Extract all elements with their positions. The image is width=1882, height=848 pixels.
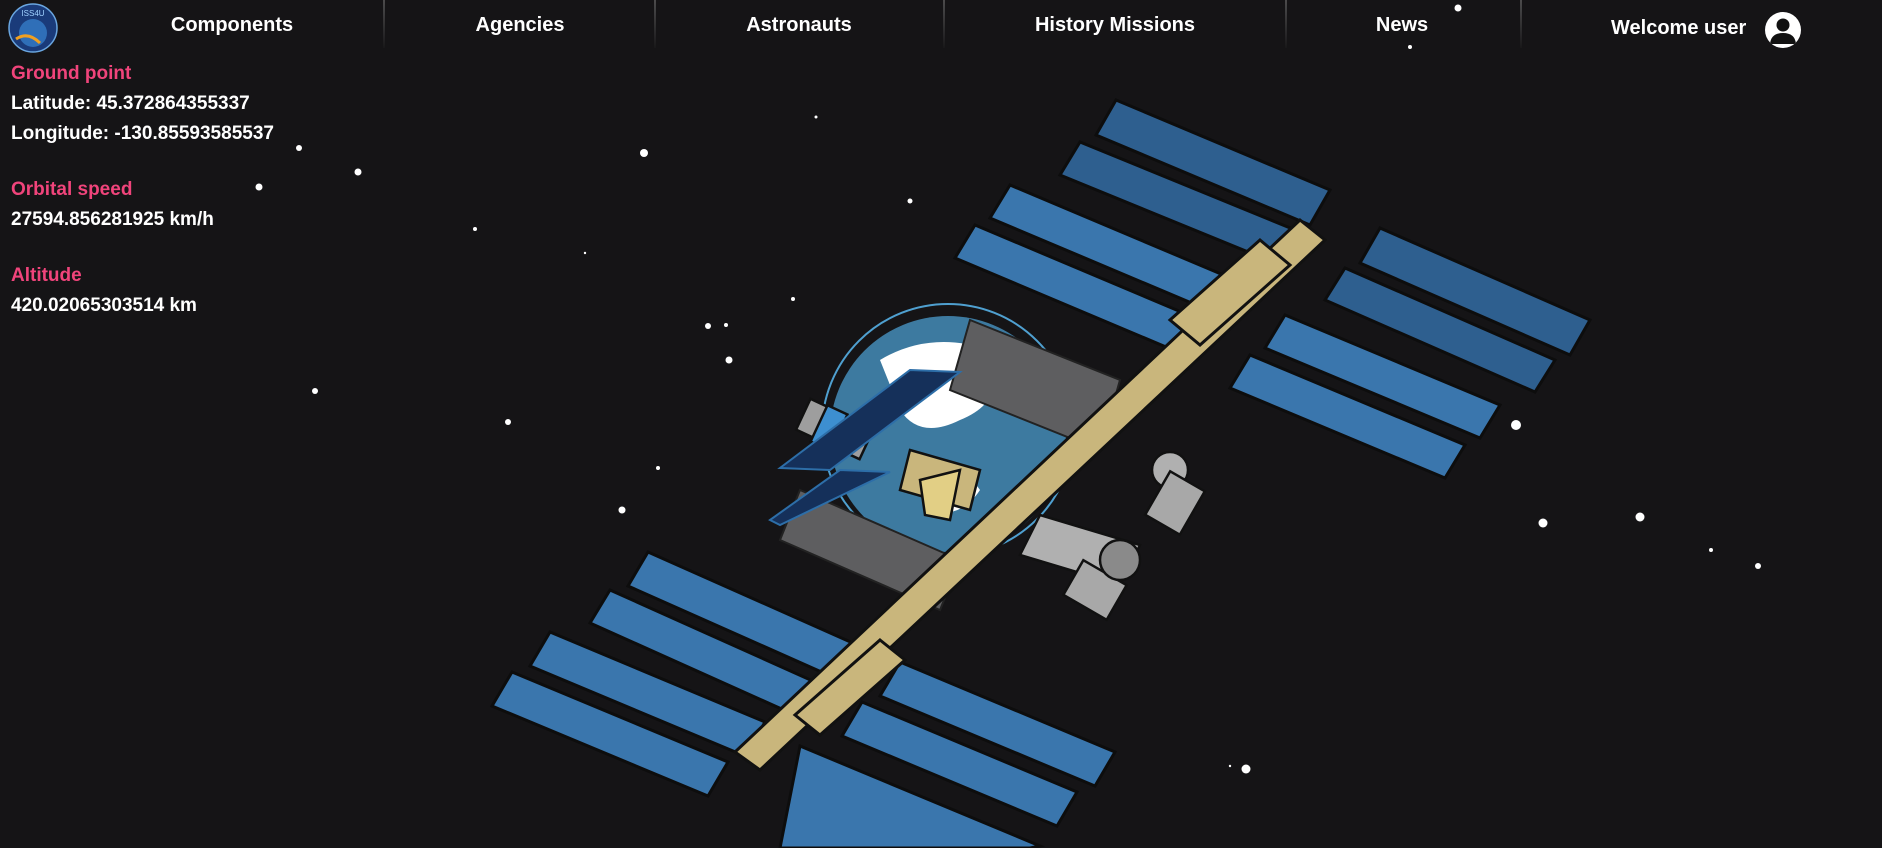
nav-astronauts[interactable]: Astronauts xyxy=(746,14,852,37)
altitude-label: Altitude xyxy=(11,265,82,286)
solar-array-upper-left xyxy=(952,98,1333,357)
nav-divider xyxy=(943,0,945,48)
altitude-value: 420.02065303514 km xyxy=(11,295,197,316)
nav-divider xyxy=(1520,0,1522,48)
orbital-speed-value: 27594.856281925 km/h xyxy=(11,209,214,230)
nav-agencies[interactable]: Agencies xyxy=(476,14,565,37)
ground-point-label: Ground point xyxy=(11,63,132,84)
nav-news[interactable]: News xyxy=(1376,14,1428,37)
longitude-value: Longitude: -130.85593585537 xyxy=(11,123,274,144)
latitude-value: Latitude: 45.372864355337 xyxy=(11,93,250,114)
page: ISS4U Components Agencies Astronauts His… xyxy=(0,0,1882,848)
nav-divider xyxy=(654,0,656,48)
welcome-text: Welcome user xyxy=(1611,17,1747,39)
iss4u-logo-icon[interactable]: ISS4U xyxy=(8,3,58,53)
nav-divider xyxy=(1285,0,1287,48)
nav-components[interactable]: Components xyxy=(171,14,293,37)
top-navbar: ISS4U Components Agencies Astronauts His… xyxy=(0,0,1882,56)
telemetry-panel: Ground point Latitude: 45.372864355337 L… xyxy=(11,62,351,318)
nav-history-missions[interactable]: History Missions xyxy=(1035,14,1195,37)
user-avatar[interactable] xyxy=(1765,12,1801,48)
user-icon xyxy=(1770,18,1796,44)
orbital-speed-label: Orbital speed xyxy=(11,179,133,200)
svg-text:ISS4U: ISS4U xyxy=(21,9,44,18)
nav-divider xyxy=(383,0,385,48)
